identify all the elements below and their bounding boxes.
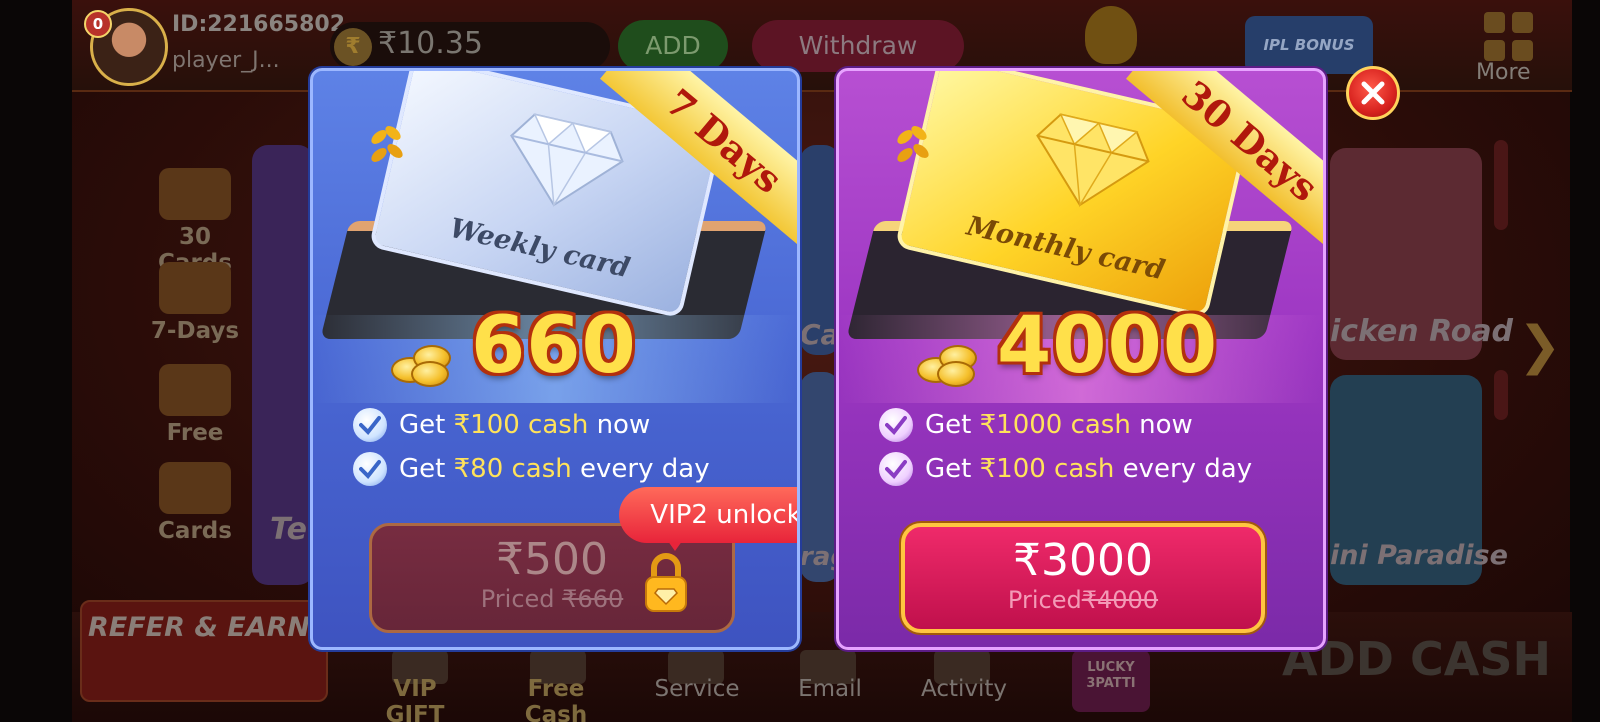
priced-label: Priced xyxy=(480,585,563,613)
priced-value: ₹4000 xyxy=(1081,586,1159,614)
check-icon xyxy=(353,408,387,442)
vip-unlock-tooltip: VIP2 unlock xyxy=(619,487,797,543)
monthly-card-panel: Monthly card 30 Days 4000 Get ₹1000 cash… xyxy=(836,68,1326,650)
priced-label: Priced xyxy=(1007,586,1082,614)
benefit-highlight: ₹100 cash xyxy=(453,410,589,440)
game-tile-bikini-paradise-label: ini Paradise xyxy=(1330,540,1508,571)
more-grid-icon[interactable] xyxy=(1484,12,1534,62)
coins-icon xyxy=(391,335,455,387)
rupee-coin-icon: ₹ xyxy=(334,28,372,66)
benefit-text: Get xyxy=(399,410,446,440)
withdraw-button[interactable]: Withdraw xyxy=(752,20,964,72)
chevron-right-icon[interactable]: ❯ xyxy=(1518,316,1562,376)
benefit-cash-now: Get ₹1000 cash now xyxy=(879,405,1193,445)
side-item-30-cards[interactable]: 30 Cards xyxy=(140,168,250,276)
monthly-buy-button[interactable]: ₹3000 Priced₹4000 xyxy=(901,523,1265,633)
check-icon xyxy=(879,452,913,486)
nav-vip-gift[interactable]: VIP GIFT xyxy=(360,676,470,722)
player-name: player_J... xyxy=(172,48,280,73)
right-edge xyxy=(1570,0,1600,722)
side-item-label: 7-Days xyxy=(150,318,240,344)
gift-icon xyxy=(159,262,231,314)
benefit-highlight: ₹100 cash xyxy=(979,454,1115,484)
nav-activity[interactable]: Activity xyxy=(916,676,1012,702)
monthly-price: ₹3000 xyxy=(1013,535,1153,586)
benefit-cash-now: Get ₹100 cash now xyxy=(353,405,650,445)
close-button[interactable] xyxy=(1346,66,1400,120)
weekly-coin-amount: 660 xyxy=(471,301,637,391)
benefit-cash-daily: Get ₹80 cash every day xyxy=(353,449,710,489)
nav-free-cash[interactable]: Free Cash xyxy=(498,676,614,722)
benefit-text: every day xyxy=(580,454,710,484)
monthly-original-price: Priced₹4000 xyxy=(905,586,1261,614)
coins-icon xyxy=(917,335,981,387)
game-tile-left-label: Te xyxy=(270,512,307,547)
benefit-text: now xyxy=(596,410,651,440)
game-tile-edge xyxy=(1494,370,1508,420)
priced-value: ₹660 xyxy=(562,585,624,613)
side-item-label: Cards xyxy=(158,518,232,544)
avatar-level-badge: 0 xyxy=(84,10,112,38)
benefit-highlight: ₹1000 cash xyxy=(979,410,1131,440)
benefit-text: every day xyxy=(1122,454,1253,484)
balance-value: ₹10.35 xyxy=(378,26,483,61)
weekly-card-panel: Weekly card 7 Days 660 Get ₹100 cash now… xyxy=(310,68,800,650)
coins-icon xyxy=(159,364,231,416)
lucky-3patti-badge[interactable]: LUCKY 3PATTI xyxy=(1072,650,1150,712)
game-tile-edge xyxy=(1494,140,1508,230)
benefit-cash-daily: Get ₹100 cash every day xyxy=(879,449,1252,489)
ipl-bonus-badge[interactable]: IPL BONUS xyxy=(1245,16,1373,74)
game-tile-mid-top-label: Ca xyxy=(800,318,840,351)
player-id: ID:221665802 xyxy=(172,12,346,37)
benefit-text: Get xyxy=(925,410,972,440)
pot-icon[interactable] xyxy=(1085,6,1137,64)
more-label[interactable]: More xyxy=(1476,60,1531,85)
monthly-coin-amount: 4000 xyxy=(997,301,1219,391)
benefit-text: Get xyxy=(399,454,446,484)
game-tile-chicken-road-label: icken Road xyxy=(1330,314,1514,349)
check-icon xyxy=(879,408,913,442)
lock-icon xyxy=(645,553,687,612)
side-item-cards[interactable]: Cards xyxy=(140,462,250,544)
close-icon xyxy=(1361,81,1385,105)
nav-email[interactable]: Email xyxy=(792,676,868,702)
diamond-icon xyxy=(1036,113,1150,208)
nav-service[interactable]: Service xyxy=(650,676,744,702)
benefit-text: now xyxy=(1139,410,1193,440)
laurel-icon xyxy=(897,126,929,162)
diamond-icon xyxy=(510,113,624,208)
cards-icon xyxy=(159,168,231,220)
benefit-text: Get xyxy=(925,454,972,484)
side-item-7-days[interactable]: 7-Days xyxy=(140,262,250,344)
3patti-label: 3PATTI xyxy=(1086,676,1136,691)
lucky-label: LUCKY xyxy=(1087,660,1135,675)
benefit-highlight: ₹80 cash xyxy=(453,454,572,484)
side-item-free[interactable]: Free xyxy=(140,364,250,446)
side-item-label: Free xyxy=(166,420,224,446)
check-icon xyxy=(353,452,387,486)
left-edge xyxy=(0,0,72,722)
add-button[interactable]: ADD xyxy=(618,20,728,72)
refer-earn-label: REFER & EARN xyxy=(88,612,310,643)
card-icon xyxy=(159,462,231,514)
laurel-icon xyxy=(371,126,403,162)
